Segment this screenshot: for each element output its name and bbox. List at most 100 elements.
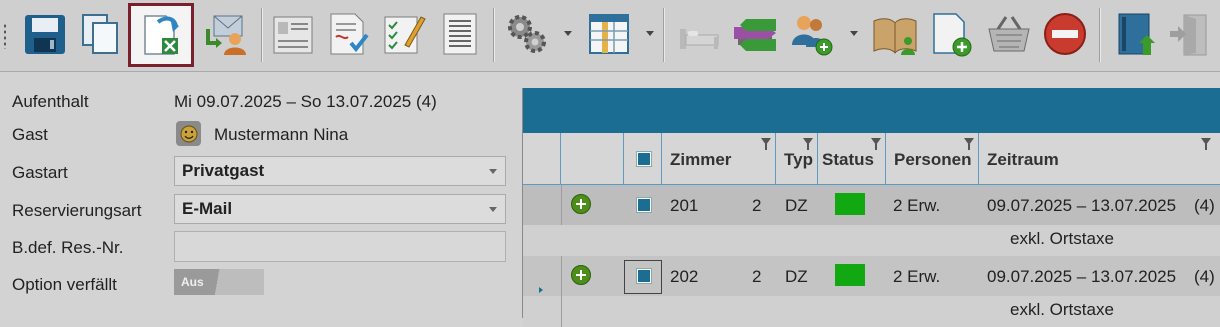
add-guests-dropdown-arrow[interactable] [850, 31, 858, 36]
save-button[interactable] [16, 4, 74, 64]
registration-card-button[interactable] [264, 4, 322, 64]
reservation-form: Aufenthalt Mi 09.07.2025 – So 13.07.2025… [0, 73, 520, 318]
settings-gears-icon [508, 15, 546, 53]
export-excel-button[interactable] [128, 3, 194, 67]
reservation-type-label: Reservierungsart [12, 201, 142, 220]
stay-value: Mi 09.07.2025 – So 13.07.2025 (4) [174, 92, 437, 111]
tax-note: exkl. Ortstaxe [1010, 300, 1114, 319]
table-row-detail [523, 225, 1220, 256]
chevron-down-icon [489, 169, 497, 174]
copy-icon [82, 14, 118, 54]
select-all-checkbox[interactable] [637, 152, 651, 166]
column-header-typ[interactable]: Typ [776, 133, 818, 184]
table-row[interactable]: 201 2 DZ 2 Erw. 09.07.2025 – 13.07.2025 … [523, 185, 1220, 256]
toolbar [0, 0, 1220, 72]
settings-button[interactable] [498, 4, 556, 64]
new-document-add-icon [933, 13, 972, 57]
filter-icon[interactable] [761, 138, 771, 150]
table-layout-dropdown-arrow[interactable] [646, 31, 654, 36]
expand-add-icon[interactable] [571, 194, 591, 214]
table-row[interactable]: 202 2 DZ 2 Erw. 09.07.2025 – 13.07.2025 … [523, 256, 1220, 327]
send-mail-guest-icon [206, 15, 246, 55]
guest-type-value: Privatgast [182, 161, 265, 180]
booking-ref-label: B.def. Res.-Nr. [12, 238, 124, 257]
guest-name[interactable]: Mustermann Nina [214, 125, 348, 145]
guest-label: Gast [12, 125, 48, 144]
expand-add-icon[interactable] [571, 265, 591, 285]
send-mail-button[interactable] [198, 4, 256, 64]
filter-icon[interactable] [803, 138, 813, 150]
cancel-button[interactable] [1036, 4, 1094, 64]
current-row-pointer-icon [539, 287, 543, 293]
row-checkbox[interactable] [637, 269, 651, 283]
period: 09.07.2025 – 13.07.2025 [987, 267, 1177, 286]
filter-icon[interactable] [964, 138, 974, 150]
period: 09.07.2025 – 13.07.2025 [987, 196, 1177, 215]
add-guests-button[interactable] [782, 4, 840, 64]
exit-door-icon [1170, 14, 1207, 56]
invoice-check-button[interactable] [319, 4, 377, 64]
nights: (4) [1194, 196, 1215, 215]
persons: 2 Erw. [893, 267, 941, 286]
table-layout-button[interactable] [580, 4, 638, 64]
toolbar-grip[interactable] [3, 23, 7, 49]
filter-icon[interactable] [1201, 138, 1211, 150]
nights: (4) [1194, 267, 1215, 286]
option-expires-toggle[interactable]: Aus [174, 269, 264, 295]
guest-type-label: Gastart [12, 163, 68, 182]
column-header-zimmer[interactable]: Zimmer [662, 133, 776, 184]
grid-group-panel [523, 88, 1220, 133]
column-header-typ-label: Typ [784, 150, 813, 169]
exit-button[interactable] [1160, 4, 1218, 64]
settings-dropdown-arrow[interactable] [564, 31, 572, 36]
column-divider [561, 185, 562, 225]
checklist-edit-button[interactable] [375, 4, 433, 64]
header-indicator-cell [523, 133, 561, 184]
guest-book-button[interactable] [866, 4, 924, 64]
copy-button[interactable] [71, 4, 129, 64]
bed-button[interactable] [670, 4, 728, 64]
reservation-type-select[interactable]: E-Mail [174, 194, 506, 224]
reservation-type-value: E-Mail [182, 199, 233, 218]
column-header-personen-label: Personen [894, 150, 972, 169]
table-row-detail [523, 296, 1220, 327]
option-expires-label: Option verfällt [12, 275, 117, 294]
room-count: 2 [752, 267, 762, 286]
toolbar-separator [1099, 8, 1101, 62]
registration-card-icon [273, 16, 313, 54]
guest-smiley-icon [176, 121, 201, 146]
header-add-cell [561, 133, 624, 184]
booking-ref-input[interactable] [174, 231, 506, 262]
document-list-icon [443, 13, 477, 55]
column-divider [561, 256, 562, 327]
rooms-grid: Zimmer Typ Status Personen Zeitraum 201 … [522, 88, 1220, 327]
room-move-button[interactable] [726, 4, 784, 64]
column-header-status[interactable]: Status [818, 133, 886, 184]
basket-button[interactable] [980, 4, 1038, 64]
cancel-stop-icon [1044, 13, 1086, 55]
new-document-button[interactable] [922, 4, 980, 64]
column-header-zeitraum-label: Zeitraum [987, 150, 1059, 169]
toolbar-separator [493, 8, 495, 62]
persons: 2 Erw. [893, 196, 941, 215]
open-book-person-icon [873, 18, 917, 55]
toolbar-separator [261, 8, 263, 62]
book-upload-button[interactable] [1105, 4, 1163, 64]
checklist-edit-icon [384, 16, 426, 54]
status-indicator [835, 193, 865, 215]
column-header-zeitraum[interactable]: Zeitraum [979, 133, 1220, 184]
bed-icon [680, 29, 719, 49]
column-header-zimmer-label: Zimmer [670, 150, 732, 169]
guest-type-select[interactable]: Privatgast [174, 156, 506, 186]
filter-icon[interactable] [871, 138, 881, 150]
chevron-down-icon [489, 207, 497, 212]
row-checkbox[interactable] [637, 198, 651, 212]
toolbar-separator [663, 8, 665, 62]
invoice-check-icon [330, 13, 369, 55]
stay-label: Aufenthalt [12, 92, 89, 111]
column-header-personen[interactable]: Personen [886, 133, 979, 184]
document-list-button[interactable] [431, 4, 489, 64]
room-type: DZ [785, 196, 808, 215]
header-select-all[interactable] [624, 133, 662, 184]
room-type: DZ [785, 267, 808, 286]
